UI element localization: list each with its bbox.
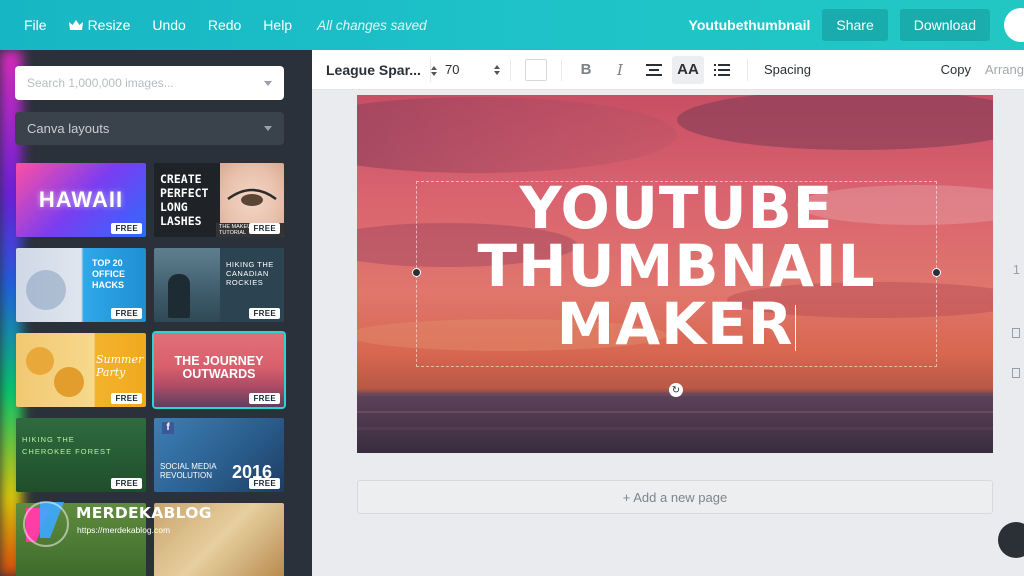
- divider: [561, 58, 562, 81]
- arrange-button[interactable]: Arrang: [985, 62, 1024, 77]
- text-cursor: [795, 304, 797, 351]
- headline-text[interactable]: YOUTUBE THUMBNAIL MAKER: [416, 179, 937, 353]
- menu-help[interactable]: Help: [252, 0, 303, 50]
- free-badge: FREE: [111, 393, 142, 404]
- uppercase-button[interactable]: AA: [672, 55, 704, 84]
- align-center-button[interactable]: [638, 56, 670, 84]
- headline-line-2: THUMBNAIL: [477, 232, 876, 300]
- free-badge: FREE: [111, 478, 142, 489]
- layouts-dropdown[interactable]: Canva layouts: [15, 112, 284, 145]
- copy-button[interactable]: Copy: [941, 62, 971, 77]
- add-page-button[interactable]: + Add a new page: [357, 480, 993, 514]
- chevron-down-icon: [264, 126, 272, 131]
- canva-editor: File Resize Undo Redo Help All changes s…: [0, 0, 1024, 576]
- list-icon: [714, 63, 730, 76]
- share-button[interactable]: Share: [822, 9, 888, 41]
- tile-title: SOCIAL MEDIA REVOLUTION: [160, 462, 217, 480]
- watermark-url: https://merdekablog.com: [77, 525, 171, 535]
- avatar[interactable]: [1004, 8, 1024, 42]
- canvas-area: YOUTUBE THUMBNAIL MAKER ↻ + Add a new pa…: [312, 90, 1024, 576]
- menu-redo[interactable]: Redo: [197, 0, 252, 50]
- tile-title: HIKING THE CANADIAN ROCKIES: [226, 260, 274, 287]
- chevron-down-icon[interactable]: [264, 80, 272, 86]
- bold-button[interactable]: B: [570, 56, 602, 84]
- layout-tile-lashes[interactable]: CREATE PERFECT LONG LASHES THE MAKEUP TU…: [154, 163, 284, 237]
- save-status: All changes saved: [317, 17, 427, 33]
- list-button[interactable]: [706, 56, 738, 84]
- tile-title: TOP 20 OFFICE HACKS: [92, 258, 125, 290]
- layout-tile-office-hacks[interactable]: TOP 20 OFFICE HACKS FREE: [16, 248, 146, 322]
- tile-title: CREATE PERFECT LONG LASHES: [160, 172, 209, 228]
- free-badge: FREE: [249, 223, 280, 234]
- menu-help-label: Help: [263, 17, 293, 33]
- spacing-button[interactable]: Spacing: [764, 62, 811, 77]
- layout-tile-cherokee-forest[interactable]: HIKING THE CHEROKEE FOREST FREE: [16, 418, 146, 492]
- font-size-value: 70: [445, 62, 460, 77]
- font-size-select[interactable]: 70: [430, 57, 510, 82]
- align-center-icon: [646, 63, 662, 76]
- layout-tile-social-media[interactable]: f SOCIAL MEDIA REVOLUTION 2016 FREE: [154, 418, 284, 492]
- free-badge: FREE: [249, 308, 280, 319]
- menu-undo-label: Undo: [152, 17, 186, 33]
- layout-tile-journey-outwards[interactable]: THE JOURNEY OUTWARDS FREE: [152, 331, 286, 409]
- divider: [510, 58, 511, 81]
- delete-page-icon[interactable]: [1012, 368, 1020, 378]
- rotate-icon[interactable]: ↻: [669, 383, 683, 397]
- headline-line-3: MAKER: [556, 290, 794, 358]
- merdekablog-logo-icon: [23, 501, 69, 547]
- free-badge: FREE: [249, 478, 280, 489]
- copy-page-icon[interactable]: [1012, 328, 1020, 338]
- search-input[interactable]: [27, 76, 264, 90]
- tile-title: HAWAII: [38, 187, 124, 212]
- watermark-name: MERDEKABLOG: [76, 504, 212, 522]
- italic-button[interactable]: I: [604, 56, 636, 84]
- layouts-label: Canva layouts: [27, 121, 110, 136]
- tile-title: Summer Party: [96, 353, 144, 379]
- layout-tile-hawaii[interactable]: HAWAII FREE: [16, 163, 146, 237]
- free-badge: FREE: [111, 308, 142, 319]
- font-family-value: League Spar...: [326, 61, 421, 78]
- facebook-icon: f: [162, 422, 174, 434]
- text-color-swatch[interactable]: [525, 58, 547, 81]
- font-family-select[interactable]: League Spar...: [326, 61, 437, 78]
- menu-undo[interactable]: Undo: [141, 0, 196, 50]
- download-button[interactable]: Download: [899, 9, 990, 41]
- menu-resize[interactable]: Resize: [58, 0, 142, 50]
- divider: [747, 58, 748, 81]
- side-panel-number: 1: [1012, 262, 1020, 277]
- tile-title: HIKING THE CHEROKEE FOREST: [22, 435, 112, 456]
- menu-file-label: File: [24, 17, 47, 33]
- menu-resize-label: Resize: [87, 17, 131, 33]
- free-badge: FREE: [249, 393, 280, 404]
- menu-file[interactable]: File: [0, 0, 58, 50]
- text-toolbar: League Spar... 70 B I AA Spacing Copy Ar…: [312, 50, 1024, 90]
- image-search[interactable]: [15, 66, 284, 100]
- headline-line-1: YOUTUBE: [519, 174, 834, 242]
- eye-icon: [227, 188, 277, 206]
- layout-tile-hiking-rockies[interactable]: HIKING THE CANADIAN ROCKIES FREE: [154, 248, 284, 322]
- document-title[interactable]: Youtubethumbnail: [689, 17, 823, 33]
- layout-tile-summer-party[interactable]: Summer Party FREE: [16, 333, 146, 407]
- tile-title: THE JOURNEY OUTWARDS: [174, 354, 264, 381]
- watermark: MERDEKABLOG https://merdekablog.com: [20, 498, 211, 548]
- free-badge: FREE: [111, 223, 142, 234]
- updown-icon: [494, 64, 500, 75]
- top-bar: File Resize Undo Redo Help All changes s…: [0, 0, 1024, 50]
- help-chat-icon[interactable]: [998, 522, 1024, 558]
- crown-icon: [68, 20, 83, 30]
- design-page[interactable]: YOUTUBE THUMBNAIL MAKER ↻: [357, 95, 993, 453]
- menu-redo-label: Redo: [207, 17, 242, 33]
